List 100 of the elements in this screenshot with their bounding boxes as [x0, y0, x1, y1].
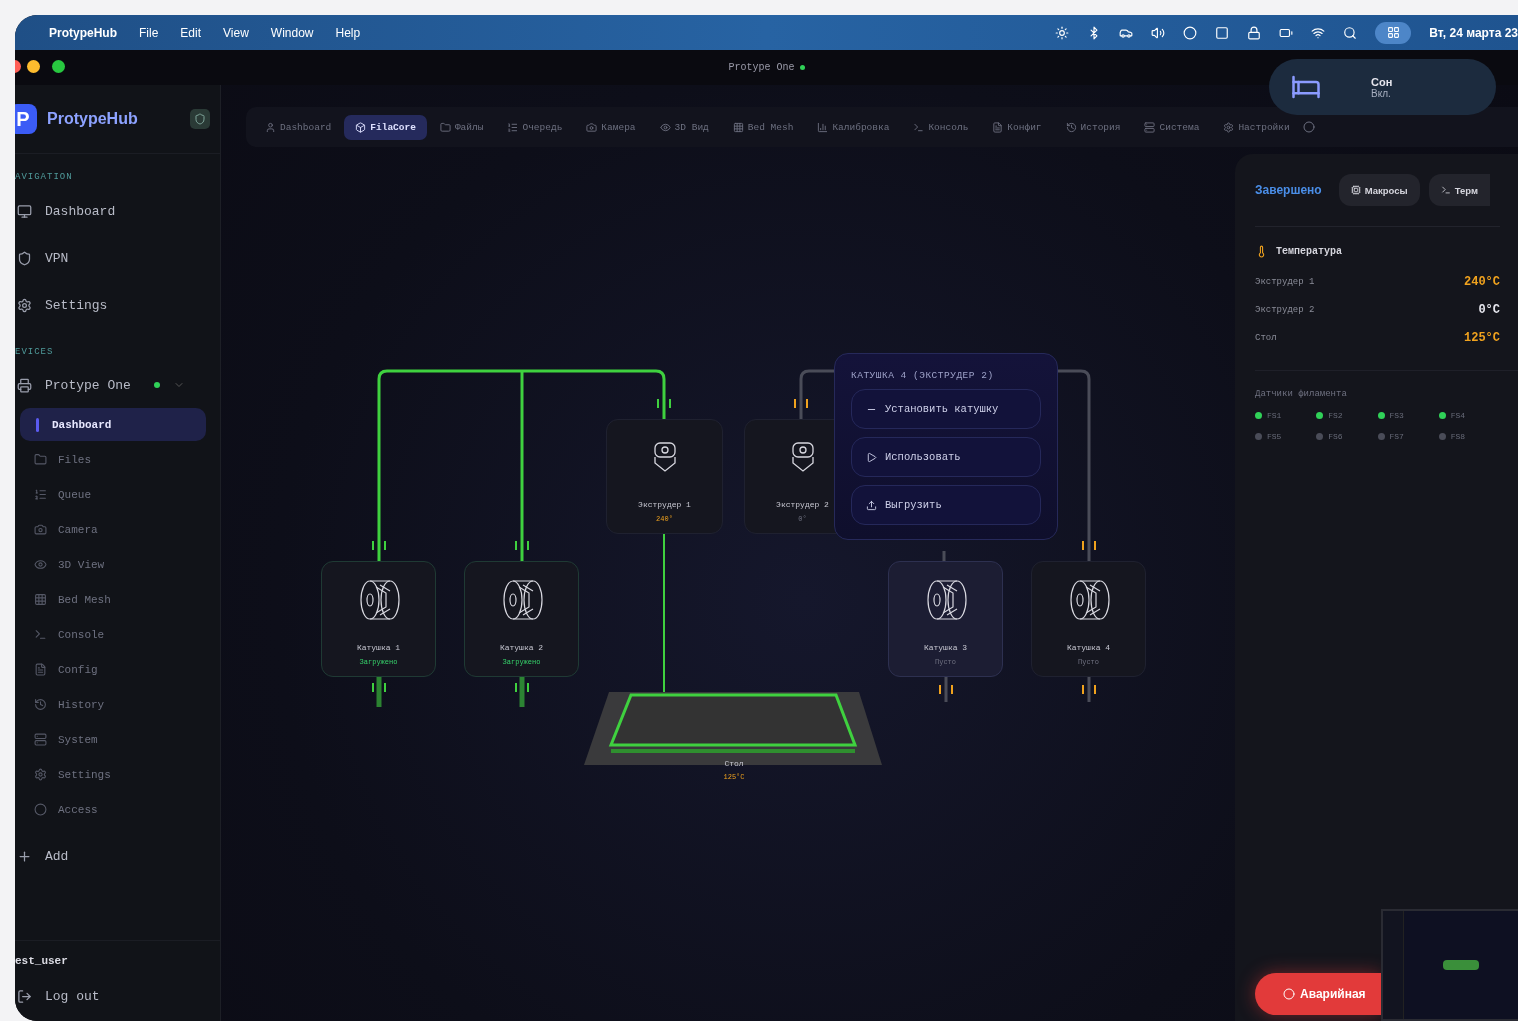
print-status: Завершено — [1255, 183, 1322, 197]
device-menu-item[interactable]: Settings — [20, 758, 206, 791]
device-menu-item[interactable]: Queue — [20, 478, 206, 511]
menu-icon — [34, 558, 47, 571]
tab[interactable]: Bed Mesh — [721, 114, 805, 140]
device-menu-item[interactable]: Access — [20, 793, 206, 826]
tab[interactable]: Система — [1133, 114, 1211, 140]
temperature-value: 125°C — [1464, 331, 1500, 345]
tab-icon — [1065, 121, 1077, 133]
temperature-label: Экструдер 2 — [1255, 305, 1315, 315]
brand-name: ProtypeHub — [47, 110, 138, 128]
emergency-button[interactable]: Аварийная — [1255, 973, 1381, 1015]
device-menu-item[interactable]: Dashboard — [20, 408, 206, 441]
tab[interactable]: Конфиг — [981, 114, 1053, 140]
sensor-label: FS3 — [1389, 411, 1404, 420]
device-menu-item[interactable]: Files — [20, 443, 206, 476]
nav-icon — [17, 251, 32, 266]
sensor-label: FS4 — [1450, 411, 1466, 420]
section-heading: EVICES — [15, 346, 55, 359]
tab-icon — [913, 121, 925, 133]
minimize-button[interactable] — [27, 60, 40, 73]
status-icon[interactable] — [1247, 25, 1262, 40]
device-menu-item[interactable]: Bed Mesh — [20, 583, 206, 616]
nav-item[interactable]: Dashboard — [15, 188, 220, 235]
sensor-label: FS5 — [1267, 432, 1282, 441]
tab-icon — [355, 121, 367, 133]
nav-icon — [17, 204, 32, 219]
node-label: Стол — [724, 759, 744, 768]
app-logo: P — [15, 104, 37, 134]
sensor-label: FS6 — [1328, 432, 1343, 441]
temperature-label: Экструдер 1 — [1255, 277, 1315, 287]
panel-tab-button[interactable]: Терм — [1428, 174, 1490, 206]
menu-clock: Вт, 24 марта 23 — [1429, 25, 1518, 40]
tab[interactable]: FilaCore — [344, 114, 427, 140]
logout-button[interactable]: Log out — [15, 981, 220, 1011]
tab-icon — [1223, 121, 1235, 133]
shield-icon[interactable] — [190, 109, 210, 129]
action-icon — [866, 499, 877, 511]
menu-item[interactable]: Help — [335, 25, 361, 40]
menu-action-button[interactable]: Установить катушку — [851, 389, 1041, 429]
menu-icon — [34, 768, 47, 781]
status-icon[interactable] — [1151, 25, 1166, 40]
tab[interactable]: Очередь — [496, 114, 574, 140]
status-icon[interactable] — [1311, 25, 1326, 40]
device-menu-item[interactable]: Config — [20, 653, 206, 686]
menu-action-button[interactable]: Использовать — [851, 437, 1041, 477]
device-item[interactable]: Protype One — [15, 363, 220, 407]
device-menu-item[interactable]: Console — [20, 618, 206, 651]
menu-icon — [34, 733, 47, 746]
extruder-icon — [651, 441, 678, 473]
tab[interactable]: Калибровка — [806, 114, 901, 140]
tab[interactable]: Dashboard — [254, 114, 343, 140]
menu-item[interactable]: View — [223, 25, 249, 40]
add-button[interactable]: Add — [15, 833, 220, 880]
menu-item[interactable]: Edit — [180, 25, 202, 40]
node-label: Катушка 4 — [1066, 643, 1111, 652]
menu-action-button[interactable]: Выгрузить — [851, 485, 1041, 525]
temperature-label: Стол — [1255, 333, 1277, 343]
panel-tab-button[interactable]: Макросы — [1338, 174, 1420, 206]
status-icon[interactable] — [1343, 25, 1358, 40]
temperature-value: 240°C — [1464, 275, 1500, 289]
tab-icon — [586, 121, 598, 133]
tab[interactable]: История — [1054, 114, 1132, 140]
status-icon[interactable] — [1215, 25, 1230, 40]
section-heading: AVIGATION — [15, 171, 74, 184]
menu-icon — [34, 488, 47, 501]
menu-icon — [34, 628, 47, 641]
tab[interactable]: 3D Вид — [648, 114, 720, 140]
chip-icon — [1350, 185, 1361, 195]
node-label: Катушка 1 — [356, 643, 401, 652]
tab[interactable]: Камера — [575, 114, 647, 140]
nav-item[interactable]: Settings — [15, 282, 220, 329]
plus-icon — [17, 849, 32, 864]
menu-item[interactable]: Window — [270, 25, 314, 40]
user-name: est_user — [15, 955, 69, 967]
menu-item[interactable]: File — [139, 25, 159, 40]
sleep-card[interactable]: Сон Вкл. — [1269, 59, 1496, 115]
device-menu-item[interactable]: Camera — [20, 513, 206, 546]
tab[interactable]: Файлы — [428, 114, 495, 140]
status-icon[interactable] — [1055, 25, 1070, 40]
status-icon[interactable] — [1183, 25, 1198, 40]
tab-icon[interactable] — [1302, 121, 1315, 133]
sensor-label: FS2 — [1328, 411, 1343, 420]
node-label: Катушка 3 — [923, 643, 968, 652]
card-status: Вкл. — [1371, 87, 1392, 99]
nav-item[interactable]: VPN — [15, 235, 220, 282]
tab[interactable]: Настройки — [1212, 114, 1301, 140]
section-title: Температура — [1276, 246, 1342, 257]
sensor-label: FS8 — [1450, 432, 1466, 441]
sensor-label: FS7 — [1389, 432, 1404, 441]
menu-app-name[interactable]: ProtypeHub — [49, 25, 117, 40]
device-menu-item[interactable]: History — [20, 688, 206, 721]
device-menu-item[interactable]: System — [20, 723, 206, 756]
circle-icon — [1283, 988, 1295, 1000]
control-center-button[interactable] — [1375, 21, 1412, 44]
terminal-icon — [1440, 185, 1451, 195]
tab[interactable]: Консоль — [902, 114, 980, 140]
device-menu-item[interactable]: 3D View — [20, 548, 206, 581]
zoom-button[interactable] — [52, 60, 65, 73]
tab-icon — [992, 121, 1004, 133]
